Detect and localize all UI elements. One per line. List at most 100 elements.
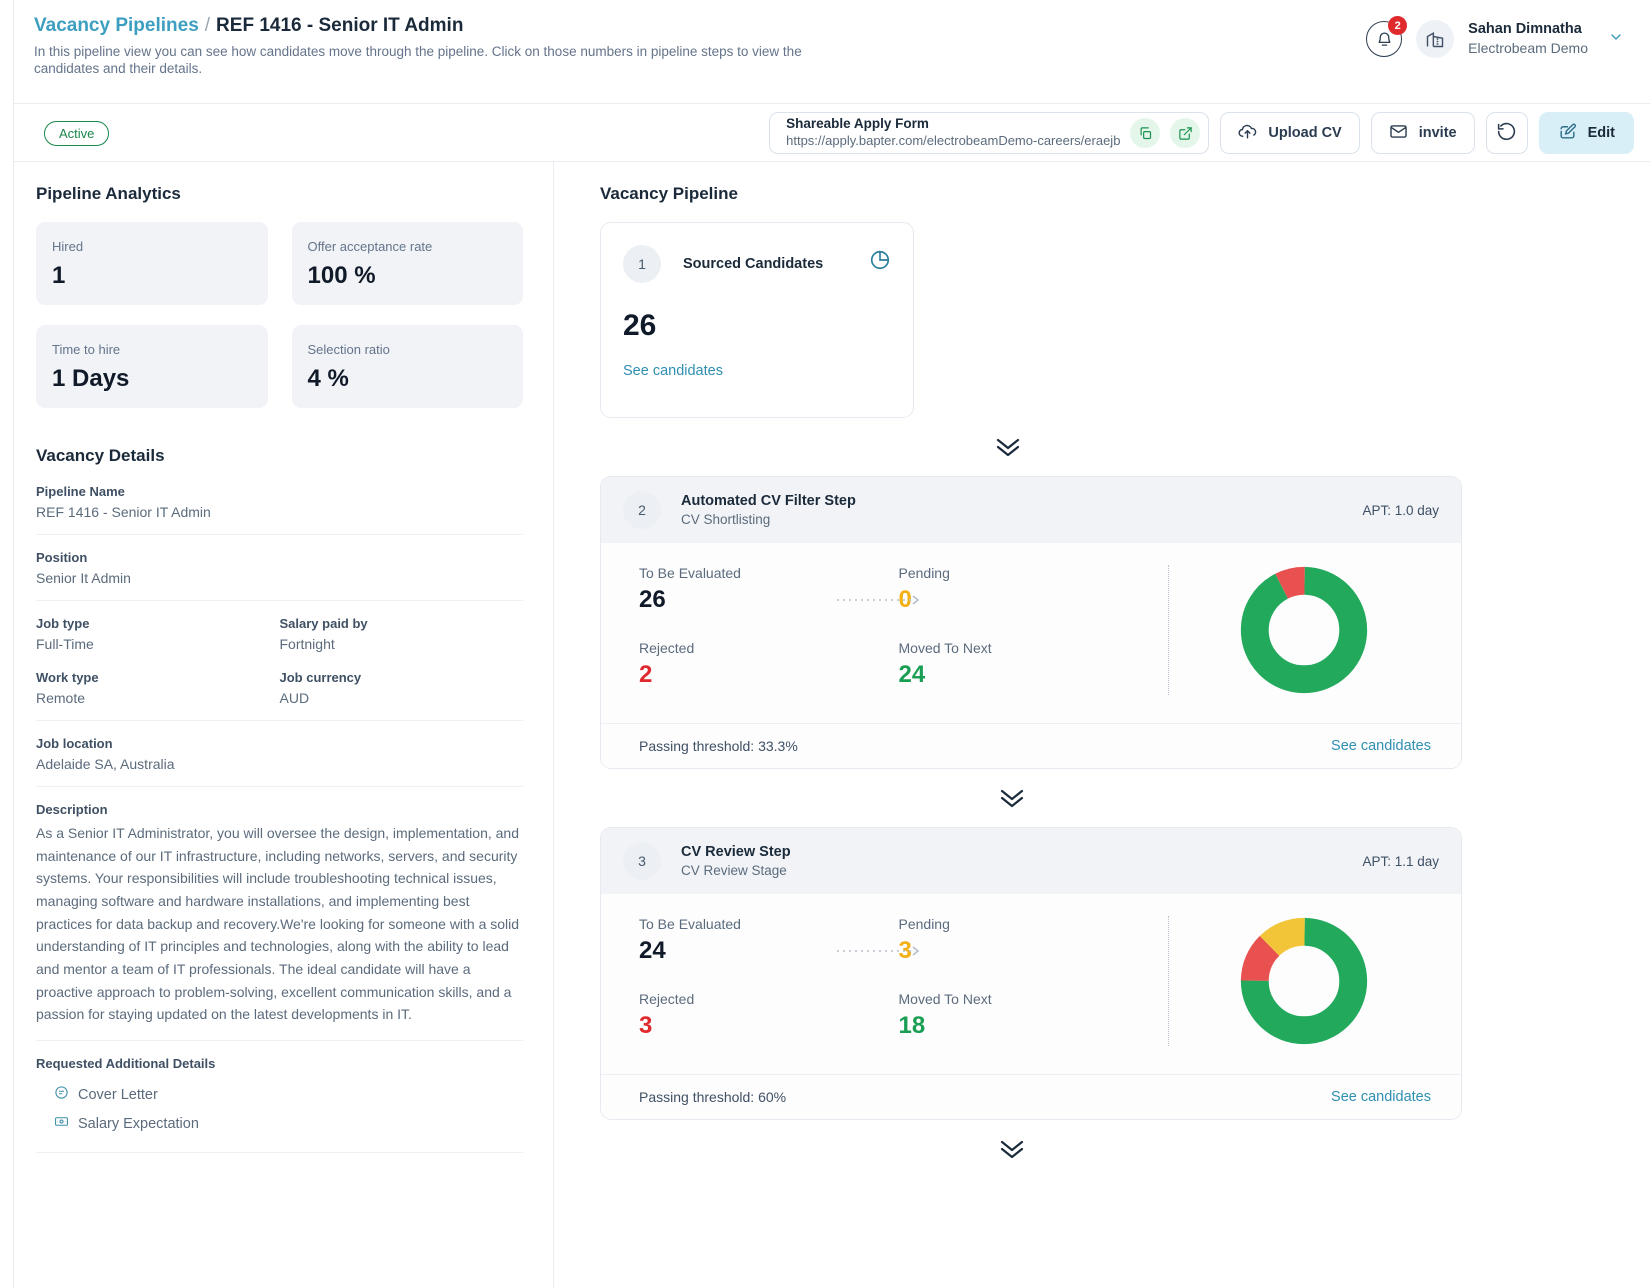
requested-item-label: Cover Letter — [78, 1086, 158, 1103]
step-donut-chart — [1169, 916, 1439, 1046]
step-metrics: To Be Evaluated 26 Pending 0 Rejected 2 — [639, 565, 1158, 695]
passing-threshold: Passing threshold: 33.3% — [639, 738, 798, 754]
step-apt: APT: 1.0 day — [1362, 502, 1439, 518]
left-rail — [0, 0, 14, 1288]
step-name: Sourced Candidates — [683, 256, 824, 272]
detail-value: Full-Time — [36, 636, 94, 652]
see-candidates-link[interactable]: See candidates — [1331, 1089, 1431, 1105]
pipeline-step-card: 2 Automated CV Filter Step CV Shortlisti… — [600, 476, 1462, 769]
description-text: As a Senior IT Administrator, you will o… — [36, 825, 520, 1023]
pipeline-step-sourced[interactable]: 1 Sourced Candidates 26 See candidates — [600, 222, 914, 418]
detail-label: Salary paid by — [279, 616, 368, 631]
detail-value: AUD — [279, 690, 310, 706]
header-right: 2 Sahan Dimnatha Electrobeam Demo — [1366, 16, 1624, 58]
step-metrics: To Be Evaluated 24 Pending 3 Rejected 3 — [639, 916, 1158, 1046]
requested-item-salary-expectation: Salary Expectation — [36, 1109, 523, 1138]
step-subname: CV Review Stage — [681, 862, 787, 878]
analytics-card-time-to-hire: Time to hire 1 Days — [36, 325, 268, 408]
detail-value: Fortnight — [279, 636, 335, 652]
left-column: Pipeline Analytics Hired 1 Offer accepta… — [14, 162, 554, 1288]
copy-link-button[interactable] — [1130, 118, 1161, 148]
analytics-card-hired: Hired 1 — [36, 222, 268, 305]
refresh-button[interactable] — [1485, 112, 1528, 154]
upload-cv-button[interactable]: Upload CV — [1220, 112, 1360, 154]
flow-arrow-icon — [837, 944, 925, 962]
upload-icon — [1238, 122, 1257, 145]
metric-label: Rejected — [639, 991, 695, 1007]
page-header: Vacancy Pipelines / REF 1416 - Senior IT A… — [14, 0, 1650, 104]
step-header: 2 Automated CV Filter Step CV Shortlisti… — [601, 477, 1461, 543]
edit-button[interactable]: Edit — [1538, 112, 1634, 154]
mail-icon — [1389, 122, 1408, 145]
detail-label: Work type — [36, 670, 99, 685]
see-candidates-link[interactable]: See candidates — [623, 363, 723, 379]
chevron-down-icon[interactable] — [1608, 29, 1624, 49]
analytics-value: 100 % — [307, 262, 376, 289]
metric-value[interactable]: 2 — [639, 661, 899, 689]
open-link-button[interactable] — [1170, 118, 1201, 148]
see-candidates-link[interactable]: See candidates — [1331, 738, 1431, 754]
action-toolbar: Active Shareable Apply Form https://appl… — [14, 104, 1650, 162]
breadcrumb: Vacancy Pipelines / REF 1416 - Senior IT A… — [34, 15, 463, 37]
analytics-value: 1 Days — [52, 365, 130, 392]
detail-label: Job location — [36, 736, 113, 751]
requested-item-label: Salary Expectation — [78, 1115, 199, 1132]
share-form-url: https://apply.bapter.com/electrobeamDemo… — [786, 133, 1121, 149]
analytics-value: 1 — [52, 262, 66, 289]
metric-value[interactable]: 18 — [899, 1012, 1159, 1040]
metric-value[interactable]: 3 — [639, 1012, 899, 1040]
user-info[interactable]: Sahan Dimnatha Electrobeam Demo — [1468, 20, 1588, 57]
metric-value[interactable]: 24 — [899, 661, 1159, 689]
metric-value[interactable]: 0 — [899, 586, 1159, 614]
detail-value: Remote — [36, 690, 86, 706]
detail-job-currency: Job currency AUD — [280, 670, 524, 706]
breadcrumb-parent-link[interactable]: Vacancy Pipelines — [34, 15, 199, 36]
invite-button[interactable]: invite — [1370, 112, 1475, 154]
detail-salary-paid-by: Salary paid by Fortnight — [280, 616, 524, 652]
step-number: 1 — [623, 245, 661, 283]
step-footer: Passing threshold: 60% See candidates — [601, 1074, 1461, 1119]
step-header: 3 CV Review Step CV Review Stage APT: 1.… — [601, 828, 1461, 894]
step-body: To Be Evaluated 26 Pending 0 Rejected 2 — [601, 543, 1461, 723]
right-column: Vacancy Pipeline 1 Sourced Candidates 26… — [554, 162, 1650, 1288]
detail-label: Position — [36, 550, 88, 565]
metric-label: Moved To Next — [898, 991, 992, 1007]
metric-label: To Be Evaluated — [639, 916, 741, 932]
pipeline-page: Vacancy Pipelines / REF 1416 - Senior IT A… — [0, 0, 1650, 1288]
organization-icon — [1416, 20, 1455, 58]
vacancy-pipeline-title: Vacancy Pipeline — [600, 184, 738, 203]
notifications-button[interactable]: 2 — [1366, 16, 1408, 57]
sourced-count[interactable]: 26 — [623, 309, 891, 343]
analytics-value: 4 % — [307, 365, 349, 392]
detail-row-position: Position Senior It Admin — [36, 535, 523, 601]
upload-cv-label: Upload CV — [1268, 125, 1342, 141]
metric-moved-to-next: Moved To Next 18 — [899, 991, 1159, 1046]
flow-arrow-icon — [837, 593, 925, 611]
detail-value: Adelaide SA, Australia — [36, 756, 175, 772]
pie-chart-icon[interactable] — [869, 249, 891, 276]
metric-label: Pending — [898, 916, 950, 932]
step-donut-chart — [1169, 565, 1439, 695]
step-body: To Be Evaluated 24 Pending 3 Rejected 3 — [601, 894, 1461, 1074]
edit-label: Edit — [1587, 125, 1615, 141]
detail-value: REF 1416 - Senior IT Admin — [36, 504, 211, 520]
invite-label: invite — [1418, 125, 1457, 141]
toolbar-actions: Shareable Apply Form https://apply.bapte… — [769, 112, 1634, 154]
breadcrumb-separator: / — [204, 15, 211, 36]
analytics-card-offer-acceptance: Offer acceptance rate 100 % — [291, 222, 523, 305]
shareable-apply-form: Shareable Apply Form https://apply.bapte… — [769, 112, 1210, 154]
metric-label: To Be Evaluated — [639, 565, 741, 581]
analytics-label: Selection ratio — [307, 342, 390, 357]
metric-moved-to-next: Moved To Next 24 — [899, 640, 1159, 695]
step-apt: APT: 1.1 day — [1362, 853, 1439, 869]
requested-item-cover-letter: Cover Letter — [36, 1080, 523, 1109]
step-number: 2 — [623, 491, 661, 529]
detail-row-description: Description As a Senior IT Administrator… — [36, 787, 523, 1042]
metric-label: Pending — [898, 565, 950, 581]
edit-icon — [1558, 122, 1577, 145]
pipeline-step-card: 3 CV Review Step CV Review Stage APT: 1.… — [600, 827, 1462, 1120]
detail-row-job-type-salary: Job type Full-Time Salary paid by Fortni… — [36, 601, 523, 721]
metric-value[interactable]: 3 — [899, 937, 1159, 965]
vacancy-details-title: Vacancy Details — [36, 446, 165, 465]
detail-label: Requested Additional Details — [36, 1056, 216, 1072]
